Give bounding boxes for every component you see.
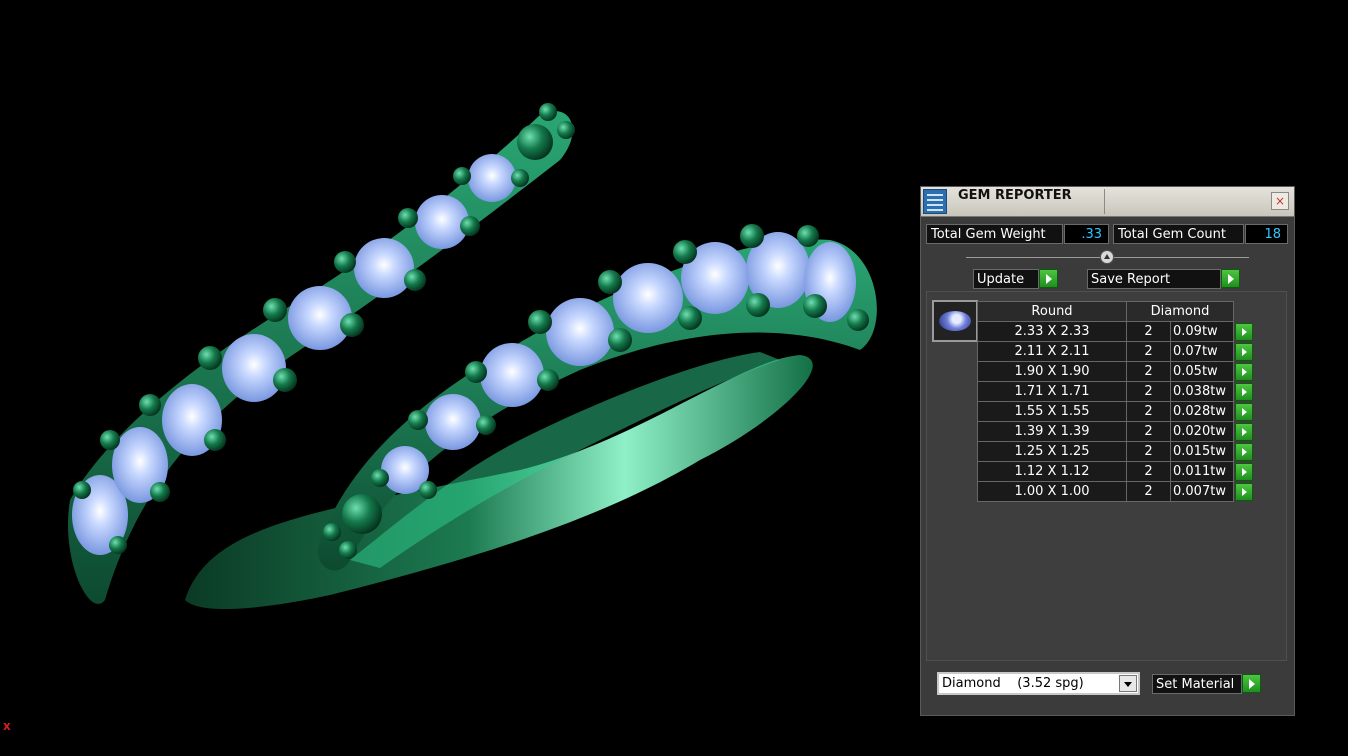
gem-count: 2 bbox=[1126, 381, 1171, 402]
table-row: 2.11 X 2.11 2 0.07tw bbox=[977, 341, 1255, 362]
axis-x-indicator: x bbox=[3, 719, 11, 733]
table-row: 1.00 X 1.00 2 0.007tw bbox=[977, 481, 1255, 502]
table-row: 1.25 X 1.25 2 0.015tw bbox=[977, 441, 1255, 462]
gem-weight: 0.05tw bbox=[1170, 361, 1234, 382]
panel-titlebar[interactable]: GEM REPORTER × bbox=[921, 187, 1294, 217]
total-gem-count-value: 18 bbox=[1245, 224, 1288, 244]
gem-count: 2 bbox=[1126, 341, 1171, 362]
collapse-knob-icon[interactable] bbox=[1100, 250, 1114, 264]
row-go-icon[interactable] bbox=[1235, 322, 1253, 341]
total-gem-count-label: Total Gem Count bbox=[1113, 224, 1244, 244]
gem-size: 1.55 X 1.55 bbox=[977, 401, 1127, 422]
row-go-icon[interactable] bbox=[1235, 462, 1253, 481]
table-row: 1.55 X 1.55 2 0.028tw bbox=[977, 401, 1255, 422]
gem-count: 2 bbox=[1126, 481, 1171, 502]
row-go-icon[interactable] bbox=[1235, 422, 1253, 441]
gem-size: 2.11 X 2.11 bbox=[977, 341, 1127, 362]
total-gem-weight-value: .33 bbox=[1064, 224, 1109, 244]
gem-weight: 0.07tw bbox=[1170, 341, 1234, 362]
gem-weight: 0.028tw bbox=[1170, 401, 1234, 422]
save-report-button[interactable]: Save Report bbox=[1087, 269, 1221, 289]
gem-reporter-panel: GEM REPORTER × Total Gem Weight .33 Tota… bbox=[920, 186, 1295, 716]
gem-weight: 0.011tw bbox=[1170, 461, 1234, 482]
gem-count: 2 bbox=[1126, 321, 1171, 342]
table-row: 1.12 X 1.12 2 0.011tw bbox=[977, 461, 1255, 482]
update-go-icon[interactable] bbox=[1039, 269, 1058, 288]
gem-reporter-app-icon bbox=[923, 189, 947, 214]
shape-header: Round bbox=[977, 301, 1127, 322]
gem-size: 1.71 X 1.71 bbox=[977, 381, 1127, 402]
save-report-go-icon[interactable] bbox=[1221, 269, 1240, 288]
gem-size: 1.25 X 1.25 bbox=[977, 441, 1127, 462]
close-icon[interactable]: × bbox=[1271, 192, 1289, 210]
gem-size: 1.39 X 1.39 bbox=[977, 421, 1127, 442]
chevron-down-icon[interactable] bbox=[1119, 675, 1137, 692]
gem-weight: 0.007tw bbox=[1170, 481, 1234, 502]
gem-count: 2 bbox=[1126, 441, 1171, 462]
table-row: 1.90 X 1.90 2 0.05tw bbox=[977, 361, 1255, 382]
gem-weight: 0.015tw bbox=[1170, 441, 1234, 462]
gem-weight: 0.038tw bbox=[1170, 381, 1234, 402]
gem-count: 2 bbox=[1126, 461, 1171, 482]
row-go-icon[interactable] bbox=[1235, 362, 1253, 381]
round-gem-thumbnail[interactable] bbox=[932, 300, 978, 342]
table-row: 1.71 X 1.71 2 0.038tw bbox=[977, 381, 1255, 402]
set-material-go-icon[interactable] bbox=[1242, 674, 1261, 693]
gem-icon bbox=[939, 311, 971, 331]
material-dropdown[interactable]: Diamond (3.52 spg) bbox=[937, 672, 1140, 695]
gem-size: 1.00 X 1.00 bbox=[977, 481, 1127, 502]
total-gem-weight-label: Total Gem Weight bbox=[926, 224, 1063, 244]
gem-weight: 0.09tw bbox=[1170, 321, 1234, 342]
panel-title: GEM REPORTER bbox=[958, 188, 1072, 203]
row-go-icon[interactable] bbox=[1235, 382, 1253, 401]
gem-count: 2 bbox=[1126, 361, 1171, 382]
gem-count: 2 bbox=[1126, 401, 1171, 422]
row-go-icon[interactable] bbox=[1235, 482, 1253, 501]
type-header: Diamond bbox=[1126, 301, 1234, 322]
update-button[interactable]: Update bbox=[973, 269, 1039, 289]
row-go-icon[interactable] bbox=[1235, 342, 1253, 361]
titlebar-divider bbox=[1104, 189, 1105, 214]
gem-size: 1.12 X 1.12 bbox=[977, 461, 1127, 482]
gem-size: 1.90 X 1.90 bbox=[977, 361, 1127, 382]
table-row: 1.39 X 1.39 2 0.020tw bbox=[977, 421, 1255, 442]
gem-table: Round Diamond 2.33 X 2.33 2 0.09tw 2.11 … bbox=[977, 301, 1255, 502]
row-go-icon[interactable] bbox=[1235, 442, 1253, 461]
gem-weight: 0.020tw bbox=[1170, 421, 1234, 442]
table-row: 2.33 X 2.33 2 0.09tw bbox=[977, 321, 1255, 342]
gem-count: 2 bbox=[1126, 421, 1171, 442]
material-selected-value: Diamond (3.52 spg) bbox=[942, 676, 1084, 691]
row-go-icon[interactable] bbox=[1235, 402, 1253, 421]
set-material-button[interactable]: Set Material bbox=[1152, 674, 1242, 694]
gem-size: 2.33 X 2.33 bbox=[977, 321, 1127, 342]
